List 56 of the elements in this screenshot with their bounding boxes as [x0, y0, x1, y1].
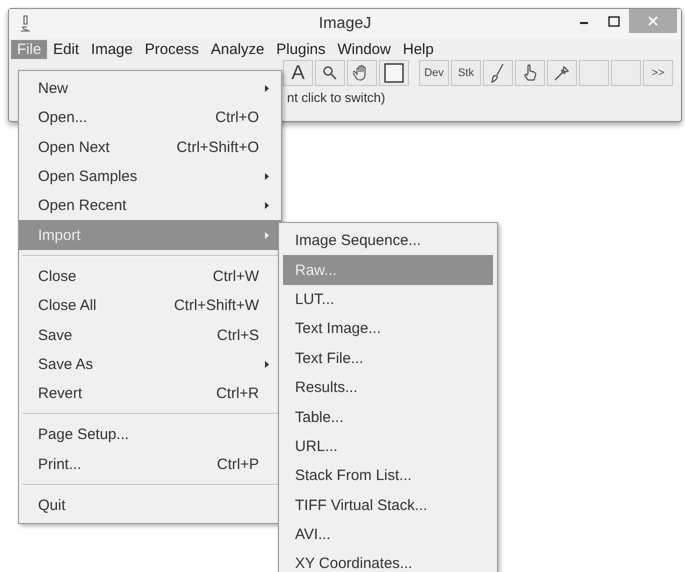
hand-tool-button[interactable]: [347, 60, 377, 86]
menu-item[interactable]: Text File...: [283, 344, 493, 373]
menu-item[interactable]: TIFF Virtual Stack...: [283, 490, 493, 520]
magnifier-icon: [322, 65, 338, 81]
menu-bar-item[interactable]: Edit: [47, 40, 86, 58]
brush-tool-button[interactable]: [483, 60, 513, 86]
menu-item[interactable]: Close Ctrl+W: [19, 262, 281, 292]
pointing-hand-icon: [522, 64, 538, 82]
stk-button[interactable]: Stk: [451, 60, 481, 86]
zoom-tool-button[interactable]: [315, 60, 345, 86]
submenu-arrow-icon: [265, 232, 269, 239]
menu-bar-item[interactable]: Window: [332, 40, 397, 58]
color-swatch-icon: [384, 63, 404, 83]
pointer-tool-button[interactable]: [515, 60, 545, 86]
menu-item[interactable]: Open Recent: [19, 191, 281, 220]
menu-bar-item[interactable]: Plugins: [270, 40, 332, 58]
more-tools-button[interactable]: >>: [643, 60, 673, 86]
dev-button[interactable]: Dev: [419, 60, 449, 86]
status-text: nt click to switch): [287, 90, 386, 104]
menu-bar-item[interactable]: Help: [396, 40, 440, 58]
menu-item[interactable]: LUT...: [283, 284, 493, 314]
menu-item[interactable]: Revert Ctrl+R: [19, 378, 281, 408]
color-picker-button[interactable]: [379, 60, 409, 86]
menu-bar-item[interactable]: Process: [138, 40, 205, 58]
dropper-icon: [553, 64, 571, 82]
menu-item[interactable]: Table...: [283, 402, 493, 432]
menu-item[interactable]: Open Samples: [19, 162, 281, 192]
submenu-arrow-icon: [265, 360, 269, 368]
menu-item[interactable]: Stack From List...: [283, 461, 493, 491]
menu-item[interactable]: AVI...: [283, 520, 493, 550]
menu-item[interactable]: Results...: [283, 372, 493, 402]
submenu-arrow-icon: [265, 85, 269, 92]
window-title: ImageJ: [318, 15, 372, 33]
submenu-arrow-icon: [265, 202, 269, 210]
close-icon: [647, 15, 659, 27]
brush-icon: [491, 63, 505, 83]
maximize-icon: [608, 16, 620, 26]
text-tool-button[interactable]: A: [283, 60, 313, 86]
menu-item[interactable]: New: [19, 74, 281, 104]
submenu-arrow-icon: [265, 173, 269, 180]
menu-item[interactable]: Image Sequence...: [283, 226, 493, 256]
menu-item[interactable]: Save Ctrl+S: [19, 320, 281, 350]
menu-item[interactable]: XY Coordinates...: [283, 549, 493, 572]
menu-item[interactable]: URL...: [283, 432, 493, 462]
menu-item[interactable]: Open Next Ctrl+Shift+O: [19, 132, 281, 162]
menu-item[interactable]: Text Image...: [283, 314, 493, 344]
menu-item[interactable]: Close All Ctrl+Shift+W: [19, 291, 281, 320]
dropper-tool-button[interactable]: [547, 60, 577, 86]
menu-item[interactable]: Open... Ctrl+O: [19, 103, 281, 133]
menu-bar-item[interactable]: Analyze: [204, 40, 270, 58]
menu-item[interactable]: Save As: [19, 350, 281, 379]
menu-item[interactable]: Print... Ctrl+P: [19, 450, 281, 479]
menu-item[interactable]: Page Setup...: [19, 420, 281, 450]
menu-item[interactable]: Quit: [19, 490, 281, 520]
microscope-icon: [19, 15, 31, 33]
menu-bar-item[interactable]: Image: [85, 40, 139, 58]
